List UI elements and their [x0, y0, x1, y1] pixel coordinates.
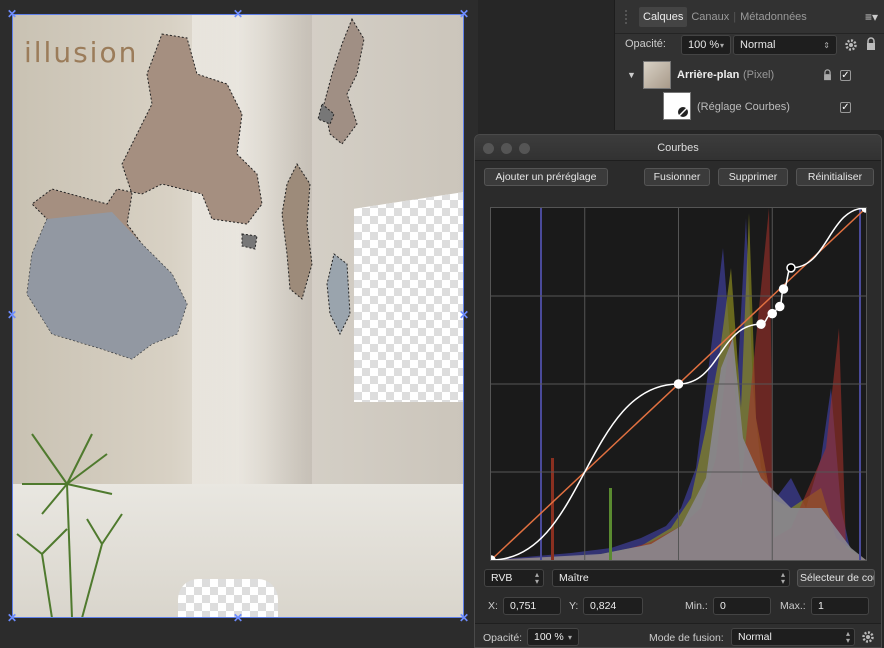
dialog-title: Courbes	[657, 142, 699, 154]
layer-name: Arrière-plan	[677, 69, 740, 81]
histogram-spike	[609, 488, 612, 560]
stepper-icon: ▴ ▾	[845, 629, 850, 645]
zoom-button[interactable]	[519, 143, 530, 154]
layer-row-curves[interactable]: (Réglage Courbes) ✓	[615, 92, 884, 124]
visibility-checkbox[interactable]: ✓	[840, 70, 851, 81]
lock-icon[interactable]	[823, 69, 832, 81]
layer-type: (Pixel)	[743, 69, 775, 81]
document-canvas[interactable]: illusion	[12, 14, 464, 618]
panel-grip-icon[interactable]	[625, 9, 633, 24]
layer-row-background[interactable]: ▼ Arrière-plan (Pixel) ✓	[615, 60, 884, 92]
color-space-select[interactable]: RVB ▴ ▾	[484, 569, 544, 587]
curves-graph-canvas[interactable]	[486, 203, 871, 565]
delete-button[interactable]: Supprimer	[718, 168, 788, 186]
adjustment-thumbnail	[663, 92, 691, 120]
resize-handle-bottom-right[interactable]: ✕	[458, 612, 470, 624]
histogram-spike	[551, 458, 554, 560]
layer-name: (Réglage Courbes)	[697, 101, 790, 113]
stepper-icon: ⇕	[823, 40, 830, 50]
max-input[interactable]: 1	[811, 597, 869, 615]
y-input[interactable]: 0,824	[583, 597, 643, 615]
opacity-field[interactable]: 100 % ▾	[681, 35, 731, 55]
tab-layers[interactable]: Calques	[639, 6, 688, 27]
stepper-icon: ▴ ▾	[534, 570, 539, 586]
add-preset-button[interactable]: Ajouter un préréglage	[484, 168, 608, 186]
chevron-down-icon: ▾	[567, 632, 572, 642]
paint-fleck	[241, 233, 258, 250]
opacity-value: 100 %	[688, 39, 720, 51]
panel-menu-icon[interactable]: ≡▾	[865, 10, 878, 24]
layer-thumbnail	[643, 61, 671, 89]
reset-button[interactable]: Réinitialiser	[796, 168, 874, 186]
curves-adjustment-icon	[678, 107, 688, 117]
close-button[interactable]	[483, 143, 494, 154]
blend-mode-value: Normal	[740, 39, 776, 51]
curve-point-selected[interactable]	[786, 263, 796, 273]
resize-handle-right[interactable]: ✕	[458, 309, 470, 321]
curve-point[interactable]	[673, 379, 684, 389]
paint-patch-strip	[281, 162, 313, 300]
app-window: illusion ✕ ✕ ✕ ✕ ✕ ✕ ✕ ✕ Calques Canaux …	[0, 0, 884, 648]
chevron-down-icon: ▾	[719, 40, 724, 50]
min-label: Min.:	[685, 600, 708, 612]
channel-select[interactable]: Maître ▴ ▾	[552, 569, 790, 587]
paint-patch-right	[323, 17, 365, 145]
layers-tabs: Calques Canaux | Métadonnées	[615, 0, 884, 34]
resize-handle-top-left[interactable]: ✕	[6, 8, 18, 20]
opacity-label: Opacité:	[625, 38, 666, 50]
opacity-label: Opacité:	[483, 632, 523, 644]
blend-mode-select[interactable]: Normal ⇕	[733, 35, 837, 55]
canvas-area[interactable]: illusion ✕ ✕ ✕ ✕ ✕ ✕ ✕ ✕	[0, 0, 478, 648]
curve-point[interactable]	[778, 284, 789, 294]
curve-point[interactable]	[767, 308, 777, 319]
blend-mode-value: Normal	[738, 631, 772, 643]
resize-handle-top[interactable]: ✕	[232, 8, 244, 20]
blend-mode-select[interactable]: Normal ▴ ▾	[731, 628, 855, 646]
tab-metadata[interactable]: Métadonnées	[736, 7, 811, 27]
min-input[interactable]: 0	[713, 597, 771, 615]
stepper-icon: ▴ ▾	[780, 570, 785, 586]
expand-triangle-icon[interactable]: ▼	[627, 70, 636, 80]
gear-icon[interactable]	[844, 38, 858, 52]
x-label: X:	[488, 600, 498, 612]
channel-value: Maître	[559, 572, 589, 584]
y-label: Y:	[569, 600, 579, 612]
curve-point[interactable]	[756, 319, 766, 329]
plant	[16, 433, 123, 618]
visibility-checkbox[interactable]: ✓	[840, 102, 851, 113]
curve-point[interactable]	[775, 301, 785, 312]
layers-panel: Calques Canaux | Métadonnées ≡▾ Opacité:…	[614, 0, 884, 130]
resize-handle-left[interactable]: ✕	[6, 309, 18, 321]
resize-handle-bottom-left[interactable]: ✕	[6, 612, 18, 624]
peeling-paint-artwork	[16, 17, 365, 618]
opacity-field[interactable]: 100 % ▾	[527, 628, 579, 646]
resize-handle-bottom[interactable]: ✕	[232, 612, 244, 624]
opacity-value: 100 %	[534, 631, 564, 643]
curves-toolbar: Ajouter un préréglage Fusionner Supprime…	[475, 161, 881, 191]
color-space-value: RVB	[491, 572, 513, 584]
curves-graph[interactable]	[486, 203, 871, 565]
max-label: Max.:	[780, 600, 806, 612]
x-input[interactable]: 0,751	[503, 597, 561, 615]
tab-channels[interactable]: Canaux	[687, 7, 733, 27]
gear-icon[interactable]	[861, 630, 875, 644]
lock-icon[interactable]	[866, 37, 876, 51]
minimize-button[interactable]	[501, 143, 512, 154]
paint-patch-small	[326, 253, 351, 336]
color-picker-button[interactable]: Sélecteur de couleur	[797, 569, 875, 587]
curves-dialog: Courbes Ajouter un préréglage Fusionner …	[474, 134, 882, 648]
dialog-titlebar[interactable]: Courbes	[475, 135, 881, 161]
watermark-text: illusion	[24, 36, 139, 69]
blend-mode-label: Mode de fusion:	[649, 632, 724, 644]
merge-button[interactable]: Fusionner	[644, 168, 710, 186]
paint-patch-blue	[27, 212, 187, 359]
resize-handle-top-right[interactable]: ✕	[458, 8, 470, 20]
